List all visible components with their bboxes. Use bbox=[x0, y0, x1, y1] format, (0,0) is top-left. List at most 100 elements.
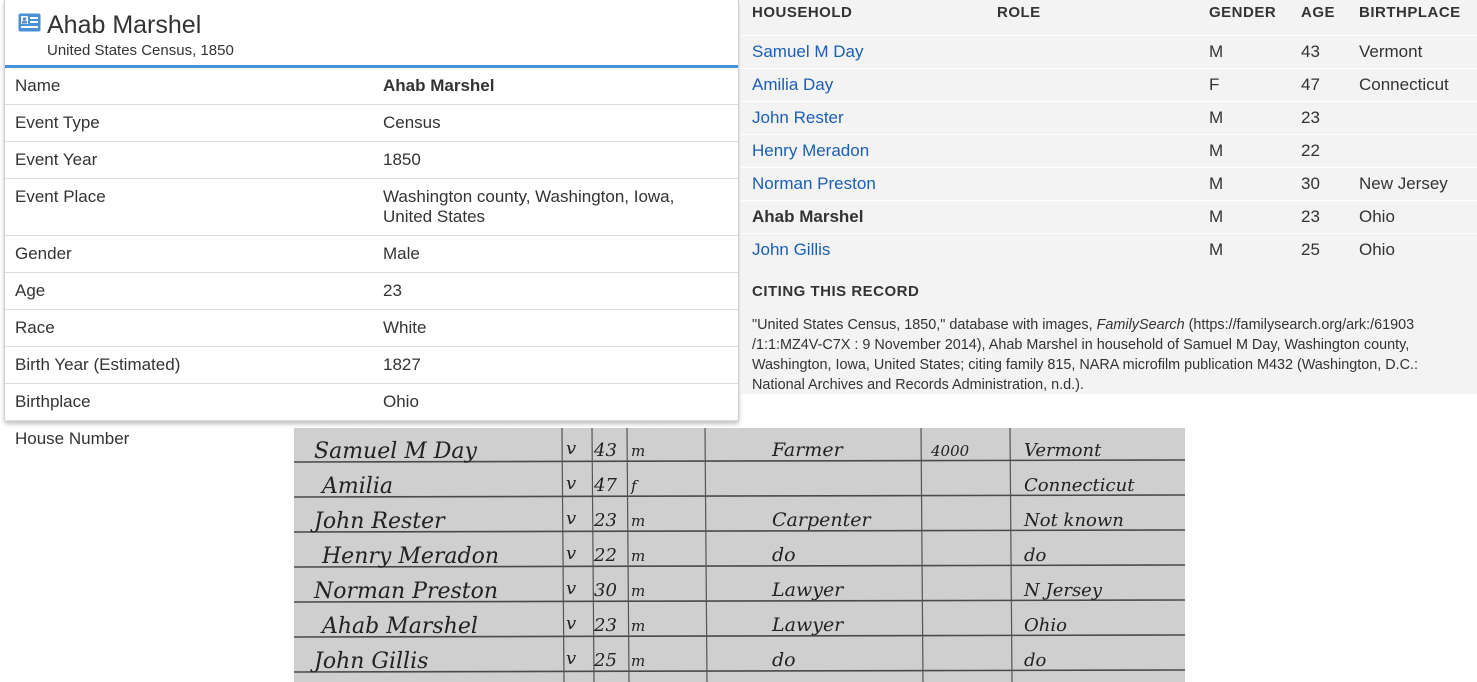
census-age: 23 bbox=[593, 615, 617, 636]
header-age: AGE bbox=[1301, 4, 1336, 21]
citing-text-before: "United States Census, 1850," database w… bbox=[752, 317, 1097, 333]
census-check-mark: v bbox=[566, 473, 576, 494]
census-image-canvas: v Samuel M Day 43 m Farmer 4000 Vermont v Amilia… bbox=[294, 428, 1185, 682]
census-age: 23 bbox=[593, 510, 617, 531]
header-birthplace: BIRTHPLACE bbox=[1359, 4, 1461, 21]
household-gender: M bbox=[1209, 174, 1224, 193]
citing-source: FamilySearch bbox=[1096, 317, 1185, 333]
household-gender: M bbox=[1209, 42, 1224, 61]
fact-label: Birth Year (Estimated) bbox=[15, 355, 181, 374]
fact-label: Event Type bbox=[15, 113, 100, 132]
census-age: 22 bbox=[593, 545, 617, 566]
fact-row: Birth Year (Estimated) 1827 bbox=[5, 347, 738, 384]
fact-value: Ohio bbox=[383, 392, 419, 411]
fact-label: Race bbox=[15, 318, 55, 337]
fact-label: Age bbox=[15, 281, 46, 300]
household-age: 23 bbox=[1301, 108, 1320, 127]
fact-value: White bbox=[383, 318, 427, 337]
census-sex: m bbox=[631, 652, 645, 670]
census-check-mark: v bbox=[566, 578, 576, 599]
household-birthplace: Vermont bbox=[1359, 42, 1423, 61]
fact-value: Census bbox=[383, 113, 441, 132]
household-member-link[interactable]: Amilia Day bbox=[752, 75, 833, 95]
household-current-person: Ahab Marshel bbox=[752, 207, 864, 226]
citing-text: "United States Census, 1850," database w… bbox=[752, 315, 1468, 395]
census-birthplace: N Jersey bbox=[1023, 580, 1103, 601]
census-birthplace: do bbox=[1024, 545, 1047, 566]
fact-value: 23 bbox=[383, 281, 402, 300]
header-gender: GENDER bbox=[1209, 4, 1277, 21]
household-panel: HOUSEHOLD ROLE GENDER AGE BIRTHPLACE Sam… bbox=[741, 0, 1477, 394]
household-row: Samuel M Day M 43 Vermont bbox=[741, 35, 1477, 68]
fact-label: Name bbox=[15, 76, 61, 95]
census-occupation: do bbox=[772, 544, 796, 566]
census-check-mark: v bbox=[566, 438, 576, 459]
census-occupation: Carpenter bbox=[772, 509, 872, 531]
fact-label: House Number bbox=[15, 429, 130, 448]
census-sex: m bbox=[631, 442, 645, 460]
household-gender: M bbox=[1209, 207, 1224, 226]
record-collection: United States Census, 1850 bbox=[47, 42, 234, 59]
census-name: John Rester bbox=[310, 509, 446, 534]
household-age: 47 bbox=[1301, 75, 1320, 94]
fact-value: 1850 bbox=[383, 150, 421, 169]
record-facts-table: Name Ahab Marshel Event Type Census Event Ye… bbox=[5, 68, 738, 457]
fact-label: Event Year bbox=[15, 150, 98, 169]
fact-row: Age 23 bbox=[5, 273, 738, 310]
census-birthplace: do bbox=[1024, 650, 1047, 671]
census-age: 47 bbox=[593, 475, 617, 496]
household-age: 22 bbox=[1301, 141, 1320, 160]
census-occupation: do bbox=[772, 649, 796, 671]
household-member-link[interactable]: John Gillis bbox=[752, 240, 830, 260]
census-name: Samuel M Day bbox=[314, 439, 478, 464]
census-sex: m bbox=[631, 547, 645, 565]
fact-label: Gender bbox=[15, 244, 72, 263]
fact-value: 1827 bbox=[383, 355, 421, 374]
census-age: 43 bbox=[593, 440, 617, 461]
census-sex: m bbox=[631, 512, 645, 530]
census-sex: m bbox=[631, 582, 645, 600]
census-birthplace: Vermont bbox=[1024, 440, 1102, 461]
household-table-body: Samuel M Day M 43 Vermont Amilia Day F 47 Conne… bbox=[741, 35, 1477, 266]
census-age: 25 bbox=[593, 650, 617, 671]
household-age: 30 bbox=[1301, 174, 1320, 193]
household-birthplace: Ohio bbox=[1359, 207, 1395, 226]
census-value: 4000 bbox=[930, 442, 970, 460]
household-gender: M bbox=[1209, 240, 1224, 259]
census-name: Ahab Marshel bbox=[320, 614, 478, 639]
census-name: Henry Meradon bbox=[321, 544, 499, 569]
fact-row: Event Type Census bbox=[5, 105, 738, 142]
household-row: John Gillis M 25 Ohio bbox=[741, 233, 1477, 266]
header-household: HOUSEHOLD bbox=[752, 4, 853, 21]
census-name: Amilia bbox=[320, 474, 393, 499]
household-row: Amilia Day F 47 Connecticut bbox=[741, 68, 1477, 101]
fact-value: Ahab Marshel bbox=[383, 76, 495, 95]
citing-title: CITING THIS RECORD bbox=[752, 283, 920, 300]
household-birthplace: Ohio bbox=[1359, 240, 1395, 259]
household-member-link[interactable]: Norman Preston bbox=[752, 174, 876, 194]
household-row: Norman Preston M 30 New Jersey bbox=[741, 167, 1477, 200]
household-member-link[interactable]: Samuel M Day bbox=[752, 42, 863, 62]
record-title: Ahab Marshel bbox=[47, 11, 202, 39]
census-sex: m bbox=[631, 617, 645, 635]
fact-value: Male bbox=[383, 244, 420, 263]
record-header: Ahab Marshel United States Census, 1850 bbox=[5, 0, 738, 68]
census-name: Norman Preston bbox=[313, 579, 498, 604]
fact-label: Birthplace bbox=[15, 392, 91, 411]
household-row: Ahab Marshel M 23 Ohio bbox=[741, 200, 1477, 233]
census-name: John Gillis bbox=[310, 649, 428, 674]
household-birthplace: New Jersey bbox=[1359, 174, 1448, 193]
household-age: 23 bbox=[1301, 207, 1320, 226]
census-check-mark: v bbox=[566, 508, 576, 529]
household-age: 43 bbox=[1301, 42, 1320, 61]
census-check-mark: v bbox=[566, 648, 576, 669]
census-occupation: Lawyer bbox=[771, 579, 845, 601]
household-member-link[interactable]: Henry Meradon bbox=[752, 141, 869, 161]
census-record-image[interactable]: v Samuel M Day 43 m Farmer 4000 Vermont v Amilia… bbox=[294, 428, 1185, 682]
household-gender: M bbox=[1209, 108, 1224, 127]
fact-label: Event Place bbox=[15, 187, 106, 206]
fact-value: Washington county, Washington, Iowa, Uni… bbox=[383, 187, 675, 226]
household-gender: F bbox=[1209, 75, 1220, 94]
census-check-mark: v bbox=[566, 613, 576, 634]
household-member-link[interactable]: John Rester bbox=[752, 108, 844, 128]
